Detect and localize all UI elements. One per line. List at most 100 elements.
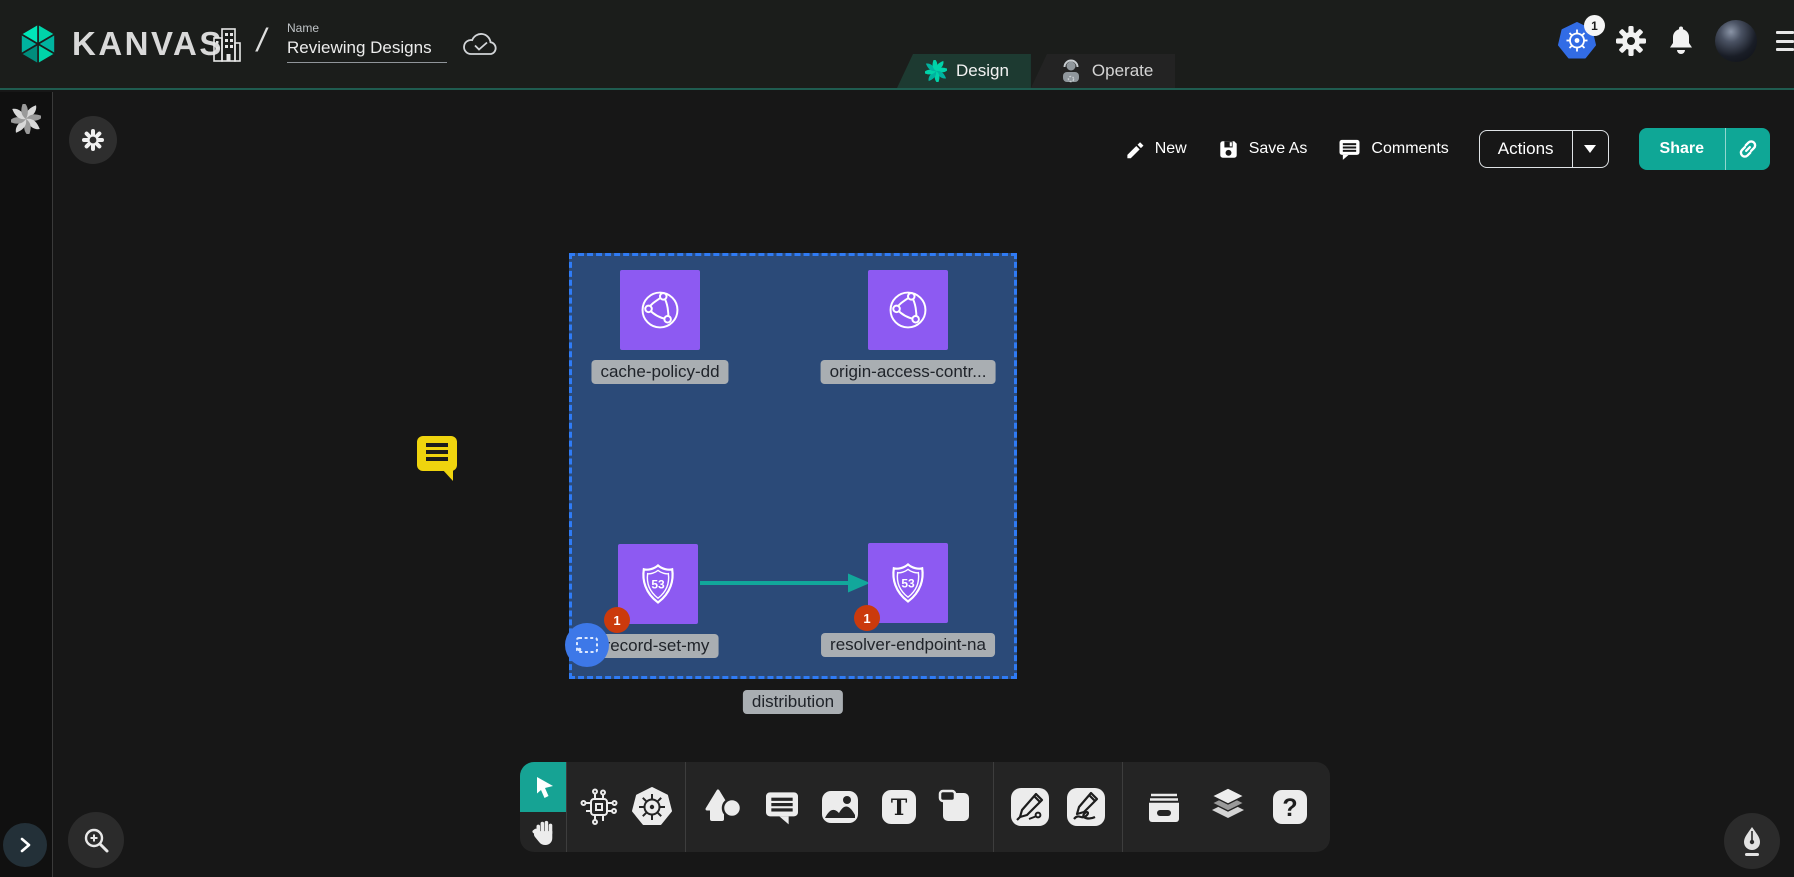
chevron-right-icon xyxy=(16,836,34,854)
tab-operate-label: Operate xyxy=(1092,61,1153,81)
menu-icon[interactable] xyxy=(1776,29,1786,53)
operate-icon xyxy=(1059,59,1083,83)
pan-tool-button[interactable] xyxy=(520,812,566,852)
save-as-button[interactable]: Save As xyxy=(1217,138,1308,161)
share-button[interactable]: Share xyxy=(1639,128,1725,170)
dock-section-draw xyxy=(993,762,1122,852)
flower-asterisk-icon xyxy=(81,128,105,152)
image-icon xyxy=(819,788,861,826)
actions-button[interactable]: Actions xyxy=(1480,131,1572,167)
copy-link-button[interactable] xyxy=(1726,128,1770,170)
meshery-logo-icon[interactable] xyxy=(11,104,41,134)
dock-pointer-column xyxy=(520,762,566,852)
mode-tabs: Design Operate xyxy=(897,54,1175,88)
canvas-comment-marker[interactable] xyxy=(417,436,457,471)
tab-design[interactable]: Design xyxy=(897,54,1031,88)
header-right-cluster: 1 xyxy=(1558,20,1786,62)
edge-arrow[interactable] xyxy=(698,570,872,596)
tool-dock: T xyxy=(520,762,1330,852)
pencil-draw-button[interactable] xyxy=(1065,786,1107,828)
design-action-bar: New Save As Comments Actions xyxy=(1124,128,1770,170)
components-circuit-button[interactable] xyxy=(579,787,619,827)
pen-path-icon xyxy=(1009,786,1051,828)
hand-pan-icon xyxy=(530,818,556,846)
comment-tool-button[interactable] xyxy=(762,788,802,826)
select-tool-button[interactable] xyxy=(520,762,566,812)
design-name-label: Name xyxy=(287,21,447,35)
note-tool-button[interactable] xyxy=(936,787,976,827)
left-sidebar xyxy=(0,92,53,877)
brand-title: KANVAS xyxy=(72,25,224,63)
image-tool-button[interactable] xyxy=(819,788,861,826)
new-label: New xyxy=(1155,140,1187,158)
kubernetes-tool-button[interactable] xyxy=(631,786,673,828)
node-label[interactable]: resolver-endpoint-na xyxy=(821,633,995,657)
notifications-bell-icon[interactable] xyxy=(1666,25,1696,57)
cursor-arrow-icon xyxy=(529,773,557,801)
organization-icon[interactable] xyxy=(212,26,242,64)
share-split-button: Share xyxy=(1639,128,1770,170)
text-tool-button[interactable]: T xyxy=(879,787,919,827)
text-icon: T xyxy=(879,787,919,827)
design-name-input[interactable] xyxy=(287,38,447,63)
help-tool-button[interactable]: ? xyxy=(1270,787,1310,827)
cloudfront-globe-icon xyxy=(636,286,684,334)
error-count-badge[interactable]: 1 xyxy=(604,607,630,633)
dock-section-manage: ? xyxy=(1122,762,1330,852)
note-icon xyxy=(936,787,976,827)
node-label[interactable]: origin-access-contr... xyxy=(821,360,996,384)
kubernetes-wheel-icon xyxy=(631,786,673,828)
user-avatar[interactable] xyxy=(1715,20,1757,62)
node-resolver-endpoint[interactable]: 53 xyxy=(868,543,948,623)
comments-button[interactable]: Comments xyxy=(1337,137,1448,161)
pen-nib-icon xyxy=(1737,825,1767,857)
brand[interactable]: KANVAS xyxy=(14,22,224,66)
zoom-in-button[interactable] xyxy=(68,812,124,868)
node-cache-policy[interactable] xyxy=(620,270,700,350)
node-record-set[interactable]: 53 xyxy=(618,544,698,624)
settings-gear-icon[interactable] xyxy=(1615,25,1647,57)
shapes-icon xyxy=(703,787,745,827)
pencil-scribble-icon xyxy=(1065,786,1107,828)
svg-text:T: T xyxy=(890,795,907,821)
header: KANVAS / Name xyxy=(0,0,1794,90)
pen-tool-button[interactable] xyxy=(1009,786,1051,828)
dock-section-annotate: T xyxy=(685,762,993,852)
kubernetes-context-button[interactable]: 1 xyxy=(1558,20,1596,62)
sidebar-expand-button[interactable] xyxy=(3,823,47,867)
node-origin-access-control[interactable] xyxy=(868,270,948,350)
cloudfront-globe-icon xyxy=(884,286,932,334)
group-label[interactable]: distribution xyxy=(743,690,843,714)
new-button[interactable]: New xyxy=(1124,137,1187,161)
layers-icon xyxy=(1206,786,1250,828)
save-floppy-icon xyxy=(1217,138,1240,161)
kanvas-app: KANVAS / Name xyxy=(0,0,1794,877)
svg-text:53: 53 xyxy=(651,577,665,591)
comment-bubble-icon xyxy=(762,788,802,826)
design-spiral-icon xyxy=(925,60,947,82)
group-selection-handle[interactable] xyxy=(565,623,609,667)
whiteboard-pen-button[interactable] xyxy=(1724,813,1780,869)
node-label[interactable]: cache-policy-dd xyxy=(591,360,728,384)
error-count-badge[interactable]: 1 xyxy=(854,605,880,631)
canvas-widgets-button[interactable] xyxy=(69,116,117,164)
route53-shield-icon: 53 xyxy=(634,560,682,608)
actions-split-button: Actions xyxy=(1479,130,1609,168)
layers-tool-button[interactable] xyxy=(1206,786,1250,828)
circuit-icon xyxy=(579,787,619,827)
breadcrumb-separator: / xyxy=(257,22,266,59)
design-name-block: Name xyxy=(287,21,447,63)
dashed-selection-icon xyxy=(575,636,599,654)
drawer-tool-button[interactable] xyxy=(1143,787,1185,827)
comment-tail xyxy=(442,469,453,481)
actions-dropdown-button[interactable] xyxy=(1572,131,1608,167)
shapes-tool-button[interactable] xyxy=(703,787,745,827)
dock-section-infra xyxy=(566,762,685,852)
cloud-saved-icon xyxy=(462,30,500,58)
link-icon xyxy=(1737,138,1759,160)
tab-operate[interactable]: Operate xyxy=(1031,54,1175,88)
route53-shield-icon: 53 xyxy=(884,559,932,607)
svg-text:53: 53 xyxy=(901,576,915,590)
zoom-in-icon xyxy=(81,825,111,855)
node-label[interactable]: record-set-my xyxy=(596,634,719,658)
